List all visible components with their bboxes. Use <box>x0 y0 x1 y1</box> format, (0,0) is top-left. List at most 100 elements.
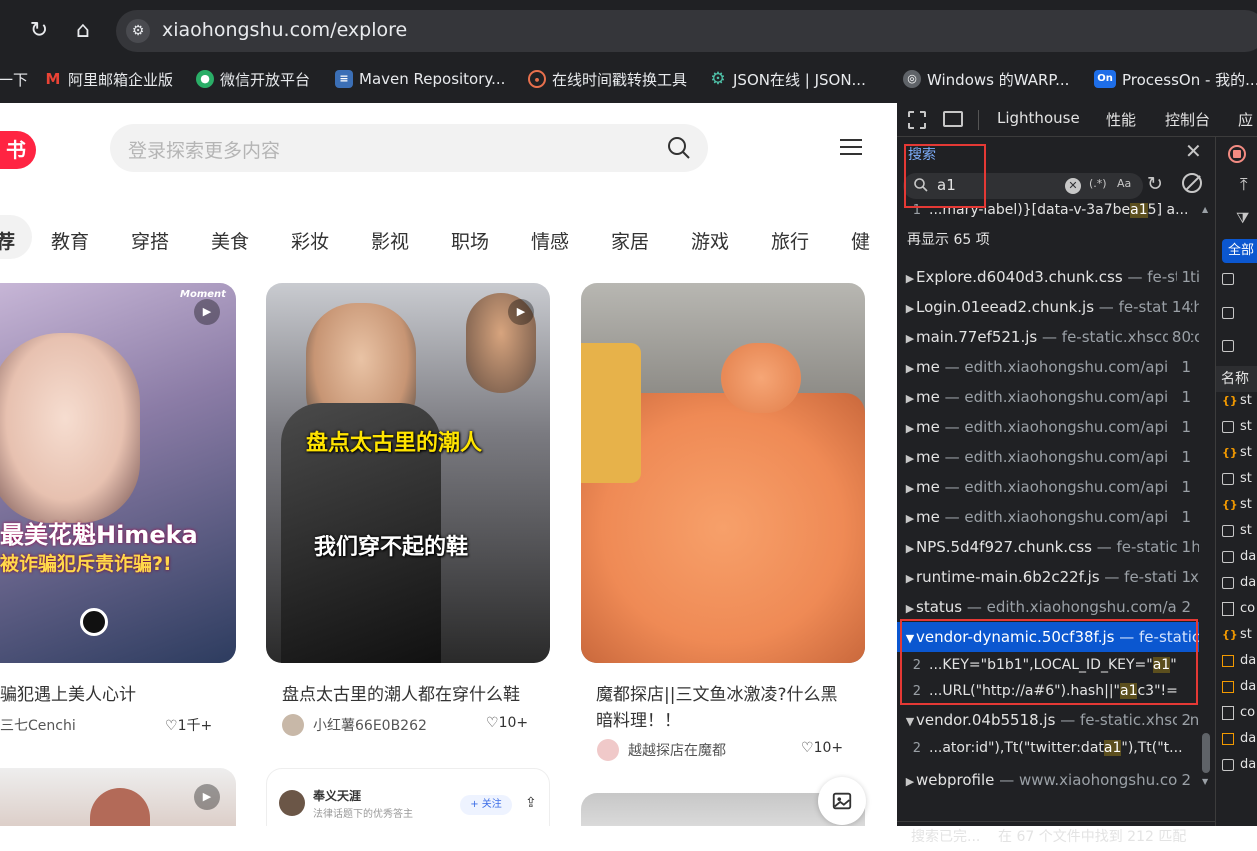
expand-triangle-icon[interactable]: ▶ <box>904 474 916 502</box>
request-row[interactable]: da <box>1222 653 1256 668</box>
site-info-icon[interactable]: ⚙ <box>126 19 150 43</box>
show-more-link[interactable]: 再显示 65 项 <box>897 227 1199 253</box>
filter-icon[interactable]: ⧩ <box>1236 209 1249 227</box>
bookmark-item[interactable]: M 阿里邮箱企业版 <box>44 68 173 90</box>
close-icon[interactable]: ✕ <box>1185 139 1202 163</box>
request-row[interactable]: da <box>1222 575 1256 590</box>
refresh-icon[interactable]: ↻ <box>1147 173 1163 195</box>
bookmark-item[interactable]: ≡ Maven Repository... <box>335 68 505 90</box>
request-row[interactable]: da <box>1222 731 1256 746</box>
expand-triangle-icon[interactable]: ▶ <box>904 324 916 352</box>
request-row[interactable]: {} st <box>1222 627 1252 642</box>
request-row[interactable]: {} st <box>1222 445 1252 460</box>
note-card-image[interactable]: ▶ <box>0 768 236 826</box>
results-scrollbar[interactable]: ▲ ▼ <box>1199 203 1213 793</box>
play-icon[interactable]: ▶ <box>194 299 220 325</box>
play-icon[interactable]: ▶ <box>194 784 220 810</box>
option-checkbox[interactable] <box>1222 338 1240 353</box>
regex-toggle[interactable]: (.*) <box>1089 177 1107 190</box>
bookmark-item[interactable]: ⚙ JSON在线 | JSON... <box>709 68 865 90</box>
request-row[interactable]: co <box>1222 601 1255 616</box>
request-row[interactable]: {} st <box>1222 497 1252 512</box>
note-card-image[interactable] <box>581 283 865 663</box>
menu-icon[interactable] <box>840 139 862 157</box>
reload-icon[interactable]: ↻ <box>25 17 53 45</box>
option-checkbox[interactable] <box>1222 305 1240 320</box>
tab-food[interactable]: 美食 <box>211 227 249 254</box>
expand-triangle-icon[interactable]: ▶ <box>904 264 916 292</box>
tab-lighthouse[interactable]: Lighthouse <box>997 109 1080 127</box>
bookmark-item[interactable]: • 在线时间戳转换工具 <box>528 68 687 90</box>
match-case-toggle[interactable]: Aa <box>1117 177 1131 190</box>
avatar[interactable] <box>282 714 304 736</box>
home-icon[interactable]: ⌂ <box>69 17 97 45</box>
avatar[interactable] <box>597 739 619 761</box>
note-title[interactable]: 盘点太古里的潮人都在穿什么鞋 <box>282 680 520 705</box>
record-stop-icon[interactable] <box>1228 145 1246 163</box>
collapse-triangle-icon[interactable]: ▼ <box>904 707 916 735</box>
expand-triangle-icon[interactable]: ▶ <box>904 767 916 793</box>
bookmark-item[interactable]: ● 微信开放平台 <box>196 68 310 90</box>
expand-triangle-icon[interactable]: ▶ <box>904 414 916 442</box>
request-row[interactable]: da <box>1222 757 1256 772</box>
xiaohongshu-logo[interactable]: 书 <box>0 131 36 169</box>
tab-education[interactable]: 教育 <box>51 227 89 254</box>
request-row[interactable]: da <box>1222 679 1256 694</box>
request-row[interactable]: st <box>1222 523 1252 538</box>
result-file[interactable]: ▶ me — edith.xiaohongshu.com/api 1 <box>897 442 1199 472</box>
tab-games[interactable]: 游戏 <box>691 227 729 254</box>
expand-triangle-icon[interactable]: ▶ <box>904 594 916 622</box>
cancel-search-icon[interactable] <box>1182 173 1202 193</box>
tab-recommend[interactable]: 荐 <box>0 227 15 254</box>
share-icon[interactable]: ⇪ <box>525 795 537 811</box>
result-file[interactable]: ▶ me — edith.xiaohongshu.com/api 1 <box>897 502 1199 532</box>
promo-author[interactable]: 奉义天涯 <box>313 787 361 804</box>
result-file[interactable]: ▶runtime-main.6b2c22f.js — fe-static.xhs… <box>897 562 1199 592</box>
expand-triangle-icon[interactable]: ▶ <box>904 354 916 382</box>
note-title-line2[interactable]: 暗料理！！ <box>596 706 681 731</box>
bookmark-item[interactable]: ◎ Windows 的WARP... <box>903 68 1069 90</box>
note-author[interactable]: 越越探店在魔都 <box>628 740 726 760</box>
tab-emotion[interactable]: 情感 <box>531 227 569 254</box>
result-file[interactable]: ▶ status — edith.xiaohongshu.com/api 2 <box>897 592 1199 622</box>
like-count[interactable]: ♡10+ <box>486 715 528 731</box>
filter-all-chip[interactable]: 全部 <box>1222 239 1257 263</box>
scrollbar-thumb[interactable] <box>1202 733 1210 773</box>
result-file[interactable]: ▶main.77ef521.js — fe-static.xhscdn.com8… <box>897 322 1199 352</box>
result-file[interactable]: ▶ webprofile — www.xiaohongshu.com 2 <box>897 765 1199 793</box>
tab-travel[interactable]: 旅行 <box>771 227 809 254</box>
note-card-image[interactable]: 盘点太古里的潮人 我们穿不起的鞋 ▶ <box>266 283 550 663</box>
tab-fashion[interactable]: 穿搭 <box>131 227 169 254</box>
expand-triangle-icon[interactable]: ▶ <box>904 444 916 472</box>
result-file[interactable]: ▼vendor.04b5518.js — fe-static.xhscdn.co… <box>897 705 1199 735</box>
tab-makeup[interactable]: 彩妆 <box>291 227 329 254</box>
scroll-down-icon[interactable]: ▼ <box>1202 777 1208 786</box>
address-bar[interactable]: ⚙ xiaohongshu.com/explore <box>116 10 1257 52</box>
tab-application[interactable]: 应 <box>1238 109 1253 130</box>
tab-fitness[interactable]: 健 <box>851 227 870 254</box>
expand-triangle-icon[interactable]: ▶ <box>904 294 916 322</box>
request-row[interactable]: st <box>1222 419 1252 434</box>
option-checkbox[interactable] <box>1222 271 1240 286</box>
request-row[interactable]: st <box>1222 471 1252 486</box>
expand-triangle-icon[interactable]: ▶ <box>904 534 916 562</box>
promo-card[interactable]: 奉义天涯 法律话题下的优秀答主 + 关注 ⇪ <box>266 768 550 826</box>
follow-button[interactable]: + 关注 <box>460 795 512 815</box>
match-line[interactable]: 2 ...ator:id"),Tt("twitter:data1"),Tt("t.… <box>897 735 1199 761</box>
result-file[interactable]: ▶ me — edith.xiaohongshu.com/api 1 <box>897 352 1199 382</box>
result-file[interactable]: ▶ me — edith.xiaohongshu.com/api 1 <box>897 472 1199 502</box>
url-text[interactable]: xiaohongshu.com/explore <box>162 19 407 41</box>
request-row[interactable]: {} st <box>1222 393 1252 408</box>
tab-career[interactable]: 职场 <box>451 227 489 254</box>
result-file[interactable]: ▶Login.01eead2.chunk.js — fe-static.xhsc… <box>897 292 1199 322</box>
image-search-button[interactable] <box>818 777 866 825</box>
result-file[interactable]: ▶ me — edith.xiaohongshu.com/api 1 <box>897 412 1199 442</box>
request-row[interactable]: da <box>1222 549 1256 564</box>
search-icon[interactable] <box>666 135 692 161</box>
tab-performance[interactable]: 性能 <box>1106 109 1136 130</box>
like-count[interactable]: ♡10+ <box>801 740 843 756</box>
expand-triangle-icon[interactable]: ▶ <box>904 504 916 532</box>
note-title[interactable]: 骗犯遇上美人心计 <box>0 680 136 705</box>
inspect-element-icon[interactable] <box>908 111 926 129</box>
scroll-up-icon[interactable]: ▲ <box>1202 205 1208 214</box>
